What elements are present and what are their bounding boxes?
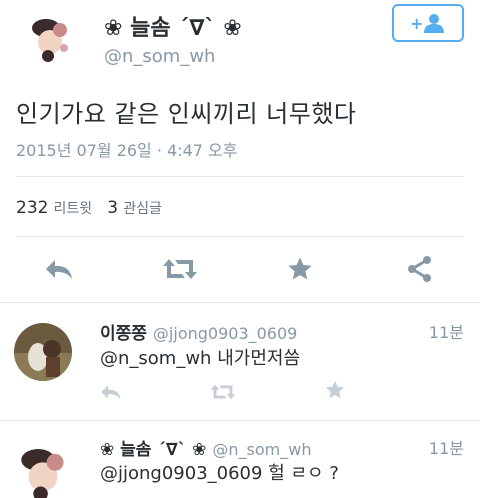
favorite-button[interactable] <box>285 254 315 284</box>
divider <box>16 176 464 177</box>
reply-body: 내가먼저씀 <box>217 348 301 369</box>
favorite-count[interactable]: 3 <box>107 198 118 218</box>
main-tweet: ❀ 늘솜 ´∇` ❀ @n_som_wh + 인기가요 같은 인씨끼리 너무했다… <box>0 0 480 302</box>
share-button[interactable] <box>405 254 435 284</box>
favorite-star-icon <box>325 380 345 399</box>
divider <box>16 236 464 237</box>
reply-tweet[interactable]: ❀ 늘솜 ´∇` ❀ @n_som_wh 11분 @jjong0903_0609 … <box>0 421 480 498</box>
retweet-count[interactable]: 232 <box>16 198 48 218</box>
reply-button[interactable] <box>44 254 74 284</box>
tweet-text: 인기가요 같은 인씨끼리 너무했다 <box>16 100 357 128</box>
tweet-stats: 232 리트윗 3 관심글 <box>16 198 172 218</box>
reply-screen-name[interactable]: @n_som_wh <box>212 440 311 459</box>
retweet-label[interactable]: 리트윗 <box>54 201 93 217</box>
reply-timestamp: 11분 <box>428 323 464 342</box>
reply-icon <box>46 260 72 279</box>
favorite-label[interactable]: 관심글 <box>123 201 162 217</box>
retweet-icon <box>210 384 236 400</box>
reply-avatar[interactable] <box>14 323 72 381</box>
retweet-button[interactable] <box>162 254 198 284</box>
reply-header: ❀ 늘솜 ´∇` ❀ @n_som_wh <box>100 435 311 460</box>
tweet-timestamp: 2015년 07월 26일 · 4:47 오후 <box>16 141 238 160</box>
avatar-image <box>14 323 72 381</box>
share-icon <box>408 256 431 282</box>
display-name[interactable]: ❀ 늘솜 ´∇` ❀ <box>104 10 242 42</box>
reply-reply-button[interactable] <box>100 381 122 403</box>
retweet-icon <box>163 259 197 279</box>
reply-icon <box>101 385 121 400</box>
favorite-star-icon <box>288 257 312 280</box>
reply-retweet-button[interactable] <box>210 381 236 403</box>
reply-tweet[interactable]: 이쫑쫑 @jjong0903_0609 11분 @n_som_wh 내가먼저씀 <box>0 303 480 417</box>
reply-body: 헐 ㄹㅇ ? <box>268 463 339 484</box>
follow-button[interactable]: + <box>392 4 464 42</box>
reply-avatar[interactable] <box>14 443 72 498</box>
avatar-image <box>14 443 72 498</box>
svg-text:+: + <box>410 14 423 33</box>
reply-mention[interactable]: @n_som_wh <box>100 348 211 369</box>
reply-display-name[interactable]: 이쫑쫑 <box>100 324 147 344</box>
user-avatar[interactable] <box>26 14 74 62</box>
reply-screen-name[interactable]: @jjong0903_0609 <box>153 324 297 343</box>
reply-display-name[interactable]: ❀ 늘솜 ´∇` ❀ <box>100 440 206 460</box>
reply-text: @n_som_wh 내가먼저씀 <box>100 344 300 370</box>
reply-favorite-button[interactable] <box>324 379 346 401</box>
screen-name[interactable]: @n_som_wh <box>104 46 215 67</box>
reply-mention[interactable]: @jjong0903_0609 <box>100 463 262 484</box>
reply-text: @jjong0903_0609 헐 ㄹㅇ ? <box>100 459 339 485</box>
reply-header: 이쫑쫑 @jjong0903_0609 <box>100 319 297 344</box>
reply-timestamp: 11분 <box>428 439 464 458</box>
avatar-image <box>26 14 74 62</box>
follow-person-plus-icon: + <box>410 14 444 33</box>
